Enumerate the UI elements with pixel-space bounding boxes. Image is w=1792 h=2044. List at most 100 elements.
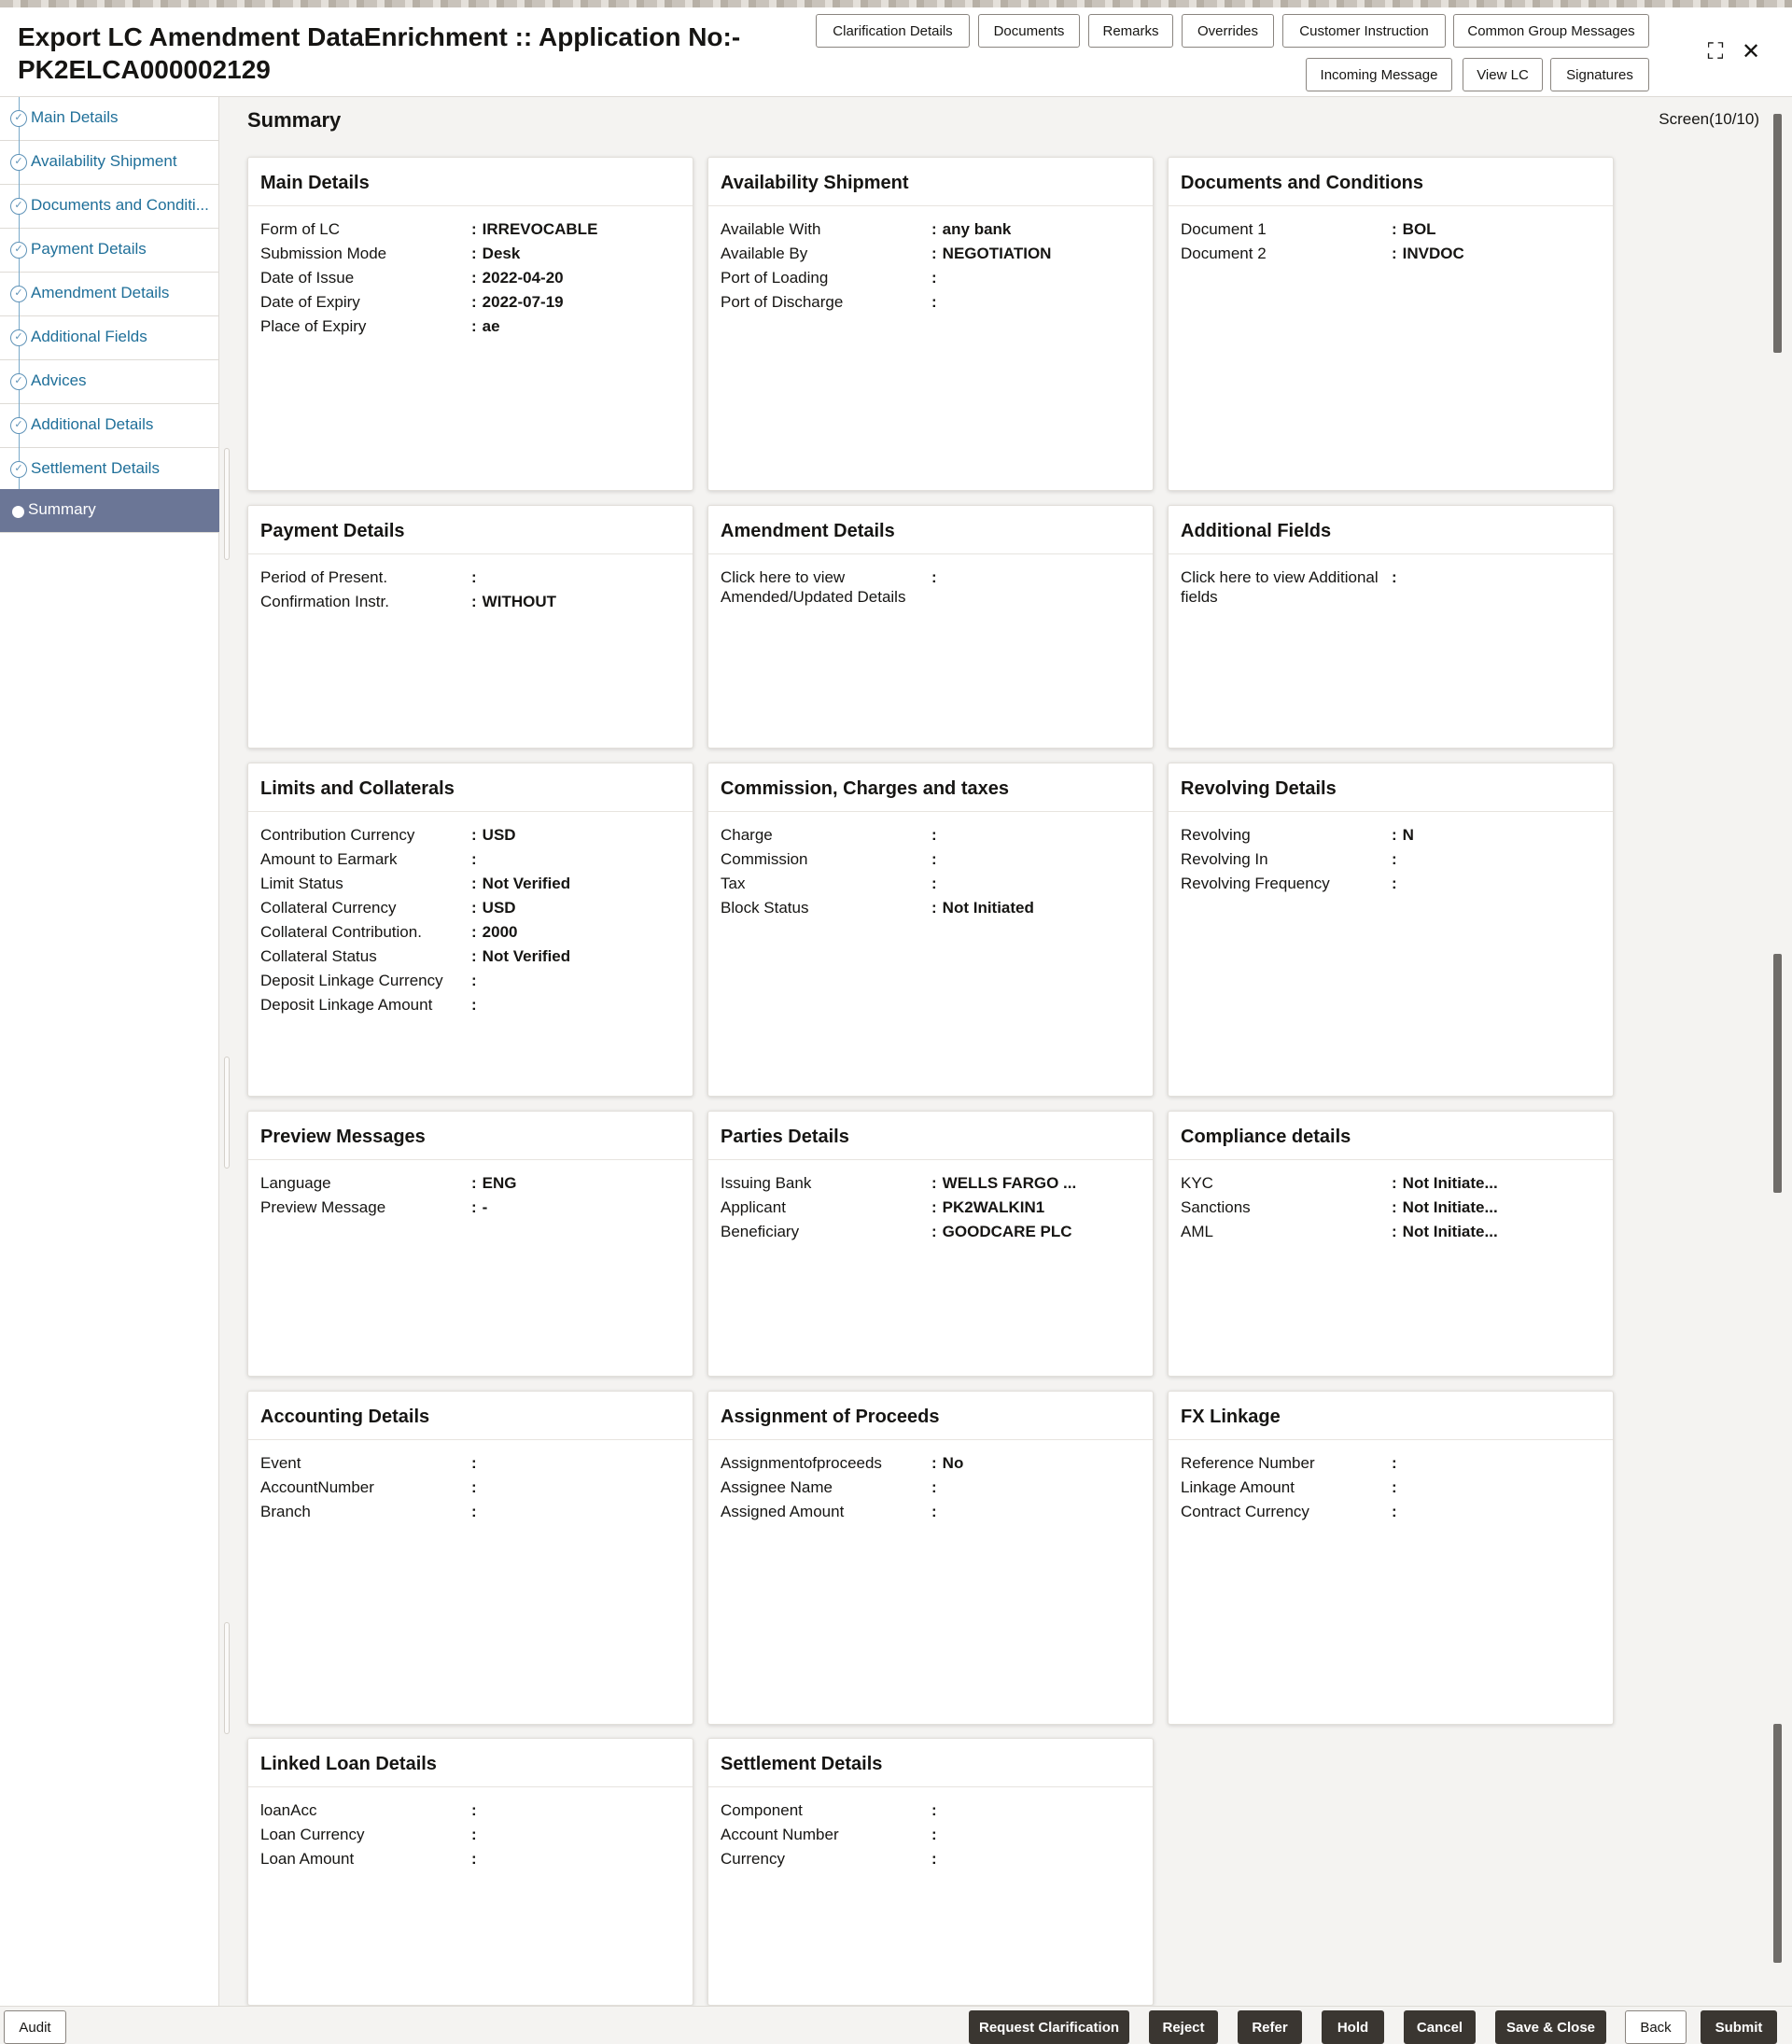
summary-card-settlement-details[interactable]: Settlement Details Component Account Numbe… bbox=[707, 1738, 1154, 2006]
scrollbar-thumb[interactable] bbox=[1773, 114, 1782, 353]
summary-card-preview-messages[interactable]: Preview Messages Language ENG Preview Messa… bbox=[247, 1111, 693, 1377]
field-value bbox=[931, 1477, 1146, 1497]
field-value bbox=[931, 874, 1146, 893]
field-label: Assigned Amount bbox=[721, 1503, 845, 1520]
card-divider bbox=[708, 1159, 1153, 1160]
card-title: Availability Shipment bbox=[721, 173, 909, 193]
window-header: Export LC Amendment DataEnrichment :: Ap… bbox=[0, 7, 1792, 97]
refer-button[interactable]: Refer bbox=[1238, 2010, 1302, 2044]
sidebar-item-settlement-details[interactable]: ✓ Settlement Details bbox=[0, 448, 219, 492]
card-title: Assignment of Proceeds bbox=[721, 1407, 940, 1427]
sidebar-item-availability-shipment[interactable]: ✓ Availability Shipment bbox=[0, 141, 219, 185]
panel-resize-handle[interactable] bbox=[224, 1057, 230, 1169]
view-lc-button[interactable]: View LC bbox=[1463, 58, 1543, 91]
card-divider bbox=[1169, 1439, 1613, 1440]
summary-card-commission-charges-and-taxes[interactable]: Commission, Charges and taxes Charge Commi… bbox=[707, 763, 1154, 1097]
summary-card-amendment-details[interactable]: Amendment Details Click here to view Amen… bbox=[707, 505, 1154, 749]
card-divider bbox=[1169, 205, 1613, 206]
summary-card-compliance-details[interactable]: Compliance details KYC Not Initiate... Sanc… bbox=[1168, 1111, 1614, 1377]
field-value bbox=[1392, 874, 1606, 893]
card-divider bbox=[248, 205, 693, 206]
field-label: Account Number bbox=[721, 1826, 839, 1843]
reject-button[interactable]: Reject bbox=[1149, 2010, 1218, 2044]
field-label[interactable]: Click here to view Amended/Updated Detai… bbox=[721, 567, 926, 607]
field-label: Document 2 bbox=[1181, 245, 1267, 262]
field-label: Collateral Currency bbox=[260, 899, 397, 917]
submit-button[interactable]: Submit bbox=[1701, 2010, 1777, 2044]
overrides-button[interactable]: Overrides bbox=[1182, 14, 1274, 48]
check-circle-icon: ✓ bbox=[10, 154, 27, 171]
card-divider bbox=[1169, 811, 1613, 812]
field-label: Period of Present. bbox=[260, 568, 388, 586]
field-value: 2022-07-19 bbox=[471, 292, 686, 312]
field-label: Submission Mode bbox=[260, 245, 387, 262]
summary-card-fx-linkage[interactable]: FX Linkage Reference Number Linkage Amount… bbox=[1168, 1391, 1614, 1725]
summary-card-assignment-of-proceeds[interactable]: Assignment of Proceeds Assignmentofprocee… bbox=[707, 1391, 1154, 1725]
save-and-close-button[interactable]: Save & Close bbox=[1495, 2010, 1606, 2044]
field-value: 2022-04-20 bbox=[471, 268, 686, 287]
page-title: Summary bbox=[247, 108, 342, 132]
sidebar-item-summary[interactable]: Summary bbox=[0, 489, 219, 533]
summary-card-availability-shipment[interactable]: Availability Shipment Available With any b… bbox=[707, 157, 1154, 491]
field-label[interactable]: Click here to view Additional fields bbox=[1181, 567, 1386, 607]
field-value: Not Initiate... bbox=[1392, 1222, 1606, 1241]
summary-card-limits-and-collaterals[interactable]: Limits and Collaterals Contribution Curre… bbox=[247, 763, 693, 1097]
close-icon[interactable]: ✕ bbox=[1736, 38, 1766, 66]
screen-counter: Screen(10/10) bbox=[1659, 110, 1759, 128]
field-value: Not Initiated bbox=[931, 898, 1146, 917]
summary-card-accounting-details[interactable]: Accounting Details Event AccountNumber Bran… bbox=[247, 1391, 693, 1725]
back-button[interactable]: Back bbox=[1625, 2010, 1687, 2044]
audit-button[interactable]: Audit bbox=[4, 2010, 66, 2044]
card-divider bbox=[708, 1439, 1153, 1440]
field-label: Amount to Earmark bbox=[260, 850, 398, 868]
panel-resize-handle[interactable] bbox=[224, 448, 230, 560]
signatures-button[interactable]: Signatures bbox=[1550, 58, 1649, 91]
field-value: Not Initiate... bbox=[1392, 1173, 1606, 1193]
cancel-button[interactable]: Cancel bbox=[1404, 2010, 1476, 2044]
card-title: Main Details bbox=[260, 173, 370, 193]
hold-button[interactable]: Hold bbox=[1322, 2010, 1384, 2044]
customer-instruction-button[interactable]: Customer Instruction bbox=[1282, 14, 1446, 48]
field-value bbox=[931, 268, 1146, 287]
summary-card-payment-details[interactable]: Payment Details Period of Present. Confirm… bbox=[247, 505, 693, 749]
summary-card-parties-details[interactable]: Parties Details Issuing Bank WELLS FARGO .… bbox=[707, 1111, 1154, 1377]
field-value bbox=[931, 567, 1146, 587]
field-value: Desk bbox=[471, 244, 686, 263]
common-group-messages-button[interactable]: Common Group Messages bbox=[1453, 14, 1649, 48]
action-footer: Audit Request Clarification Reject Refer… bbox=[0, 2006, 1792, 2044]
field-value: BOL bbox=[1392, 219, 1606, 239]
field-label: Reference Number bbox=[1181, 1454, 1315, 1472]
sidebar-item-additional-details[interactable]: ✓ Additional Details bbox=[0, 404, 219, 448]
documents-button[interactable]: Documents bbox=[978, 14, 1080, 48]
field-label: Charge bbox=[721, 826, 773, 844]
sidebar-item-advices[interactable]: ✓ Advices bbox=[0, 360, 219, 404]
summary-card-linked-loan-details[interactable]: Linked Loan Details loanAcc Loan Currency L… bbox=[247, 1738, 693, 2006]
panel-resize-handle[interactable] bbox=[224, 1622, 230, 1734]
minimize-icon[interactable]: ⛶ bbox=[1701, 38, 1730, 66]
field-label: Loan Currency bbox=[260, 1826, 365, 1843]
sidebar-item-amendment-details[interactable]: ✓ Amendment Details bbox=[0, 273, 219, 316]
sidebar-item-additional-fields[interactable]: ✓ Additional Fields bbox=[0, 316, 219, 360]
check-circle-icon: ✓ bbox=[10, 373, 27, 390]
sidebar-item-documents-conditions[interactable]: ✓ Documents and Conditi... bbox=[0, 185, 219, 229]
field-value bbox=[471, 1477, 686, 1497]
summary-card-documents-and-conditions[interactable]: Documents and Conditions Document 1 BOL Doc… bbox=[1168, 157, 1614, 491]
field-label: KYC bbox=[1181, 1174, 1213, 1192]
scrollbar-thumb[interactable] bbox=[1773, 1724, 1782, 1963]
sidebar-item-payment-details[interactable]: ✓ Payment Details bbox=[0, 229, 219, 273]
summary-card-revolving-details[interactable]: Revolving Details Revolving N Revolving In R… bbox=[1168, 763, 1614, 1097]
clarification-details-button[interactable]: Clarification Details bbox=[816, 14, 970, 48]
request-clarification-button[interactable]: Request Clarification bbox=[969, 2010, 1129, 2044]
field-value: Not Verified bbox=[471, 874, 686, 893]
summary-card-additional-fields[interactable]: Additional Fields Click here to view Addi… bbox=[1168, 505, 1614, 749]
field-label: AccountNumber bbox=[260, 1478, 374, 1496]
field-value: No bbox=[931, 1453, 1146, 1473]
remarks-button[interactable]: Remarks bbox=[1088, 14, 1173, 48]
card-title: Revolving Details bbox=[1181, 778, 1337, 799]
field-label: Applicant bbox=[721, 1198, 786, 1216]
sidebar-item-main-details[interactable]: ✓ Main Details bbox=[0, 97, 219, 141]
field-value: IRREVOCABLE bbox=[471, 219, 686, 239]
summary-card-main-details[interactable]: Main Details Form of LC IRREVOCABLE Submiss… bbox=[247, 157, 693, 491]
scrollbar-thumb[interactable] bbox=[1773, 954, 1782, 1193]
incoming-message-button[interactable]: Incoming Message bbox=[1306, 58, 1452, 91]
